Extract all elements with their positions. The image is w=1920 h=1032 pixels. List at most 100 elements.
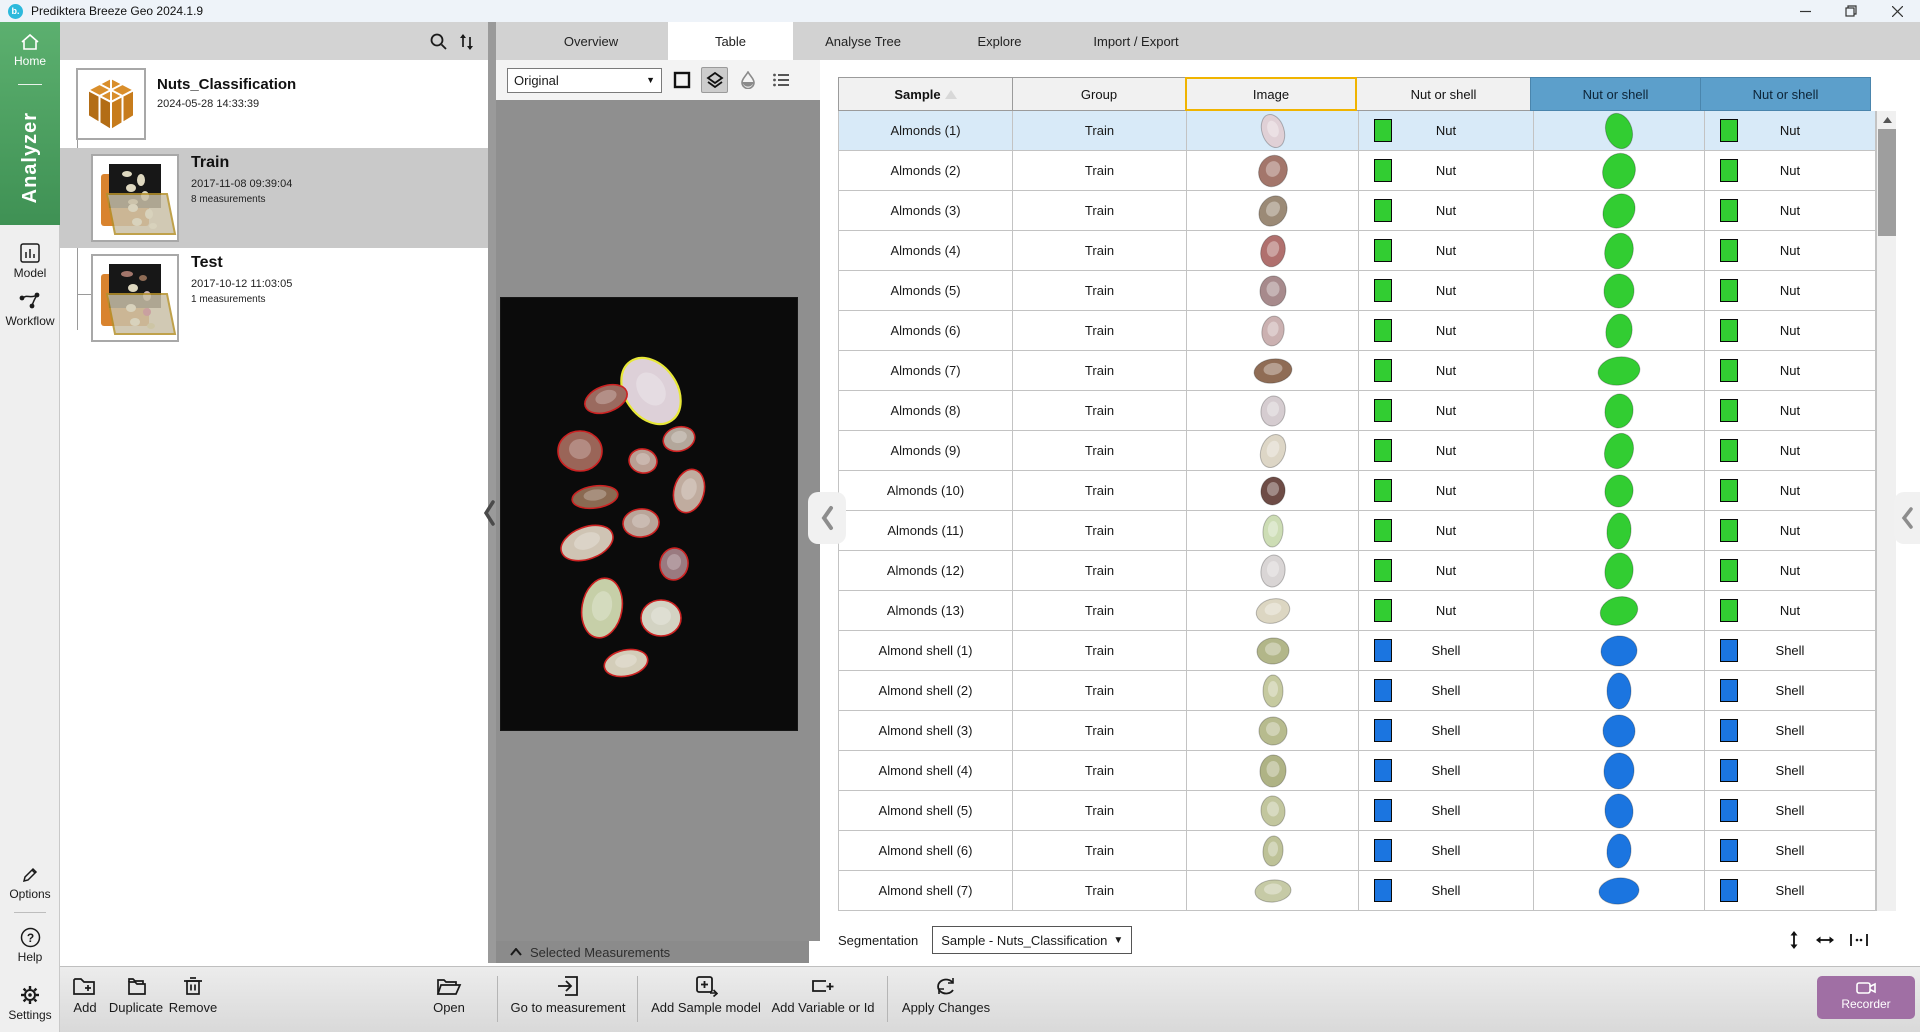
add-sample-model-button[interactable]: Add Sample model (648, 975, 764, 1015)
restore-button[interactable] (1828, 0, 1874, 22)
column-header-3[interactable]: Nut or shell (1356, 77, 1531, 111)
tab-overview[interactable]: Overview (514, 22, 668, 60)
table-row[interactable]: Almond shell (1)TrainShellShell (838, 631, 1876, 671)
resize-rows-icon[interactable] (1788, 931, 1800, 949)
measurement-viewer[interactable] (496, 100, 820, 941)
add-variable-button[interactable]: Add Variable or Id (764, 975, 882, 1015)
sidebar-item-help[interactable]: ? Help (0, 927, 60, 964)
class-label: Nut (1780, 403, 1800, 418)
table-row[interactable]: Almond shell (4)TrainShellShell (838, 751, 1876, 791)
table-row[interactable]: Almonds (1)TrainNutNut (838, 111, 1876, 151)
column-header-1[interactable]: Group (1012, 77, 1186, 111)
cell-class: Nut (1705, 191, 1876, 231)
cell-mask (1534, 431, 1705, 471)
selected-measurements-bar[interactable]: Selected Measurements (496, 941, 809, 963)
duplicate-button[interactable]: Duplicate (104, 975, 168, 1015)
cell-group: Train (1013, 151, 1187, 191)
cell-sample: Almond shell (2) (838, 671, 1013, 711)
measurement-image[interactable] (500, 297, 798, 731)
remove-button[interactable]: Remove (166, 975, 220, 1015)
collapse-left-panel-button[interactable] (481, 498, 497, 531)
table-row[interactable]: Almonds (7)TrainNutNut (838, 351, 1876, 391)
list-tool-button[interactable] (767, 67, 794, 93)
close-button[interactable] (1874, 0, 1920, 22)
sidebar-item-workflow[interactable]: Workflow (0, 290, 60, 328)
tab-analyse-tree[interactable]: Analyse Tree (793, 22, 933, 60)
table-row[interactable]: Almonds (8)TrainNutNut (838, 391, 1876, 431)
cell-image (1187, 391, 1359, 431)
table-row[interactable]: Almonds (6)TrainNutNut (838, 311, 1876, 351)
table-row[interactable]: Almond shell (7)TrainShellShell (838, 871, 1876, 911)
table-row[interactable]: Almond shell (5)TrainShellShell (838, 791, 1876, 831)
table-row[interactable]: Almond shell (6)TrainShellShell (838, 831, 1876, 871)
sort-icon[interactable] (458, 32, 476, 51)
layers-tool-button[interactable] (701, 67, 728, 93)
cell-class: Shell (1359, 711, 1534, 751)
chevron-left-icon (1900, 506, 1914, 530)
sidebar-item-home[interactable]: Home (0, 32, 60, 68)
table-row[interactable]: Almonds (11)TrainNutNut (838, 511, 1876, 551)
border-tool-button[interactable] (668, 67, 695, 93)
image-mode-value: Original (514, 73, 559, 88)
table-row[interactable]: Almonds (10)TrainNutNut (838, 471, 1876, 511)
goto-measurement-button[interactable]: Go to measurement (508, 975, 628, 1015)
droplet-tool-button[interactable] (734, 67, 761, 93)
add-button[interactable]: Add (63, 975, 107, 1015)
sidebar-item-label: Model (14, 266, 47, 280)
sidebar-item-model[interactable]: Model (0, 242, 60, 280)
tab-table[interactable]: Table (668, 22, 793, 60)
table-row[interactable]: Almonds (12)TrainNutNut (838, 551, 1876, 591)
tab-import-export[interactable]: Import / Export (1066, 22, 1206, 60)
sidebar-item-settings[interactable]: Settings (0, 984, 60, 1022)
sidebar-item-options[interactable]: Options (0, 865, 60, 901)
table-row[interactable]: Almonds (13)TrainNutNut (838, 591, 1876, 631)
cell-group: Train (1013, 471, 1187, 511)
collapse-right-button[interactable] (1894, 492, 1920, 544)
class-color-swatch (1374, 119, 1392, 142)
cell-sample: Almond shell (7) (838, 871, 1013, 911)
measurement-item-train[interactable]: Train 2017-11-08 09:39:04 8 measurements (60, 148, 488, 248)
recorder-button[interactable]: Recorder (1817, 976, 1915, 1019)
table-row[interactable]: Almond shell (3)TrainShellShell (838, 711, 1876, 751)
class-color-swatch (1720, 279, 1738, 302)
table-scrollbar[interactable] (1876, 111, 1896, 911)
column-header-2[interactable]: Image (1185, 77, 1357, 111)
project-cube-icon (76, 68, 146, 140)
open-button[interactable]: Open (424, 975, 474, 1015)
home-icon (19, 32, 41, 52)
cell-group: Train (1013, 311, 1187, 351)
class-label: Nut (1780, 363, 1800, 378)
table-row[interactable]: Almonds (3)TrainNutNut (838, 191, 1876, 231)
table-row[interactable]: Almonds (2)TrainNutNut (838, 151, 1876, 191)
table-row[interactable]: Almond shell (2)TrainShellShell (838, 671, 1876, 711)
segmentation-select[interactable]: Sample - Nuts_Classification ▼ (932, 926, 1132, 954)
project-root-item[interactable]: Nuts_Classification 2024-05-28 14:33:39 (60, 62, 488, 148)
table-row[interactable]: Almonds (9)TrainNutNut (838, 431, 1876, 471)
cell-mask (1534, 511, 1705, 551)
column-header-5[interactable]: Nut or shell (1700, 77, 1871, 111)
image-mode-select[interactable]: Original ▼ (507, 68, 662, 93)
cell-image (1187, 431, 1359, 471)
collapse-viewer-button[interactable] (808, 492, 846, 544)
cell-mask (1534, 591, 1705, 631)
scrollbar-thumb[interactable] (1878, 129, 1896, 236)
scroll-up-button[interactable] (1877, 111, 1897, 129)
panel-splitter[interactable] (488, 22, 496, 963)
resize-columns-icon[interactable] (1816, 934, 1834, 946)
apply-changes-button[interactable]: Apply Changes (898, 975, 994, 1015)
tab-explore[interactable]: Explore (933, 22, 1066, 60)
fit-columns-icon[interactable] (1850, 933, 1868, 947)
table-row[interactable]: Almonds (4)TrainNutNut (838, 231, 1876, 271)
column-header-4[interactable]: Nut or shell (1530, 77, 1701, 111)
cell-class: Nut (1705, 431, 1876, 471)
column-header-0[interactable]: Sample (838, 77, 1013, 111)
cell-class: Nut (1705, 551, 1876, 591)
class-color-swatch (1374, 759, 1392, 782)
app-window: b. Prediktera Breeze Geo 2024.1.9 Home A… (0, 0, 1920, 1032)
table-row[interactable]: Almonds (5)TrainNutNut (838, 271, 1876, 311)
minimize-button[interactable] (1782, 0, 1828, 22)
cell-class: Nut (1705, 391, 1876, 431)
cell-group: Train (1013, 591, 1187, 631)
search-icon[interactable] (429, 32, 448, 51)
measurement-item-test[interactable]: Test 2017-10-12 11:03:05 1 measurements (60, 250, 488, 350)
